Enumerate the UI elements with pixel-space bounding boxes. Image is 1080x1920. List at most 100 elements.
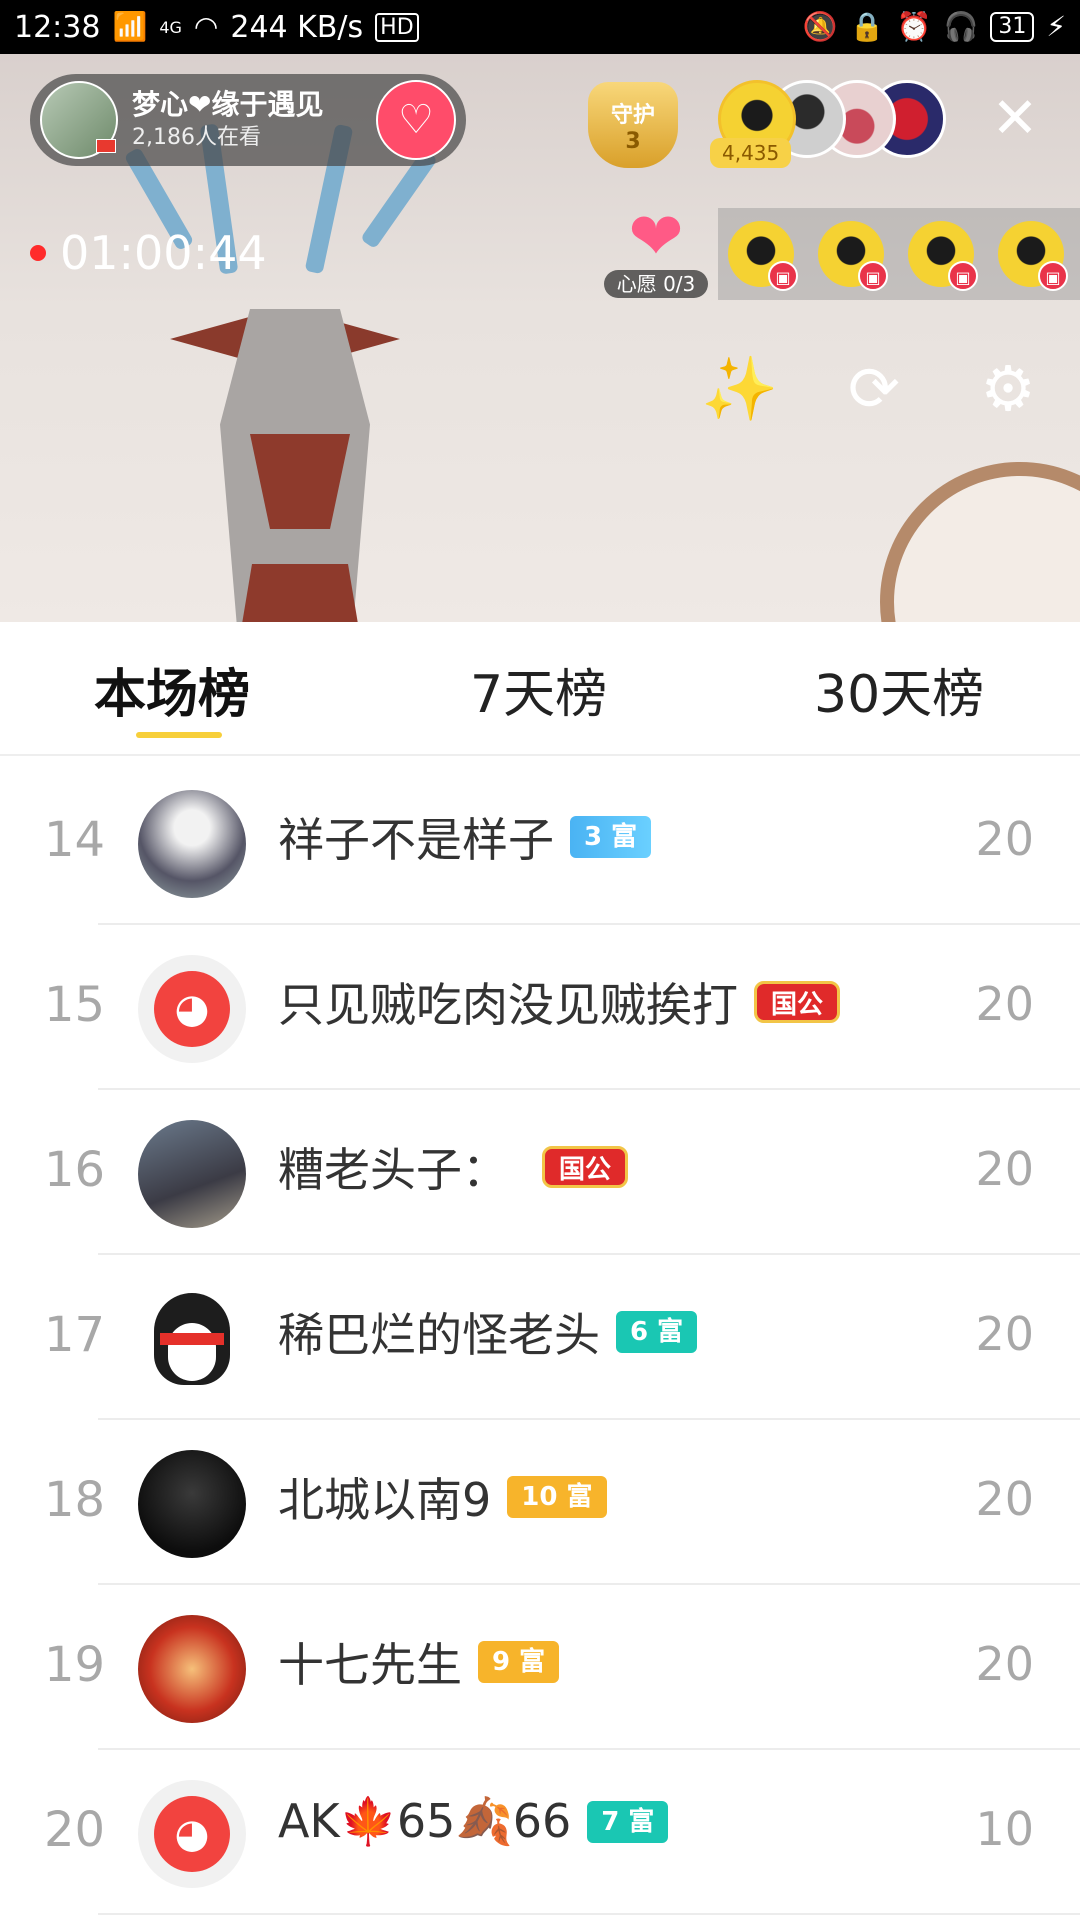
host-name: 梦心❤缘于遇见: [132, 88, 324, 121]
host-avatar[interactable]: [40, 81, 118, 159]
user-avatar[interactable]: ◕: [138, 955, 246, 1063]
live-stream-view: 梦心❤缘于遇见 2,186人在看 ♡ 守护 3 4,435 ✕ 01:00:44…: [0, 54, 1080, 622]
rank-number: 14: [44, 812, 106, 868]
seat-avatar[interactable]: ▣: [818, 221, 888, 291]
audience-count: 4,435: [710, 138, 792, 168]
sofa-icon: ▣: [768, 261, 798, 291]
contribution-score: 20: [975, 1472, 1034, 1526]
settings-gear-icon[interactable]: ⚙: [968, 349, 1048, 429]
default-avatar-icon: ◕: [154, 1796, 230, 1872]
alarm-icon: ⏰: [896, 10, 932, 43]
list-item[interactable]: 17 稀巴烂的怪老头 6 富 20: [0, 1255, 1080, 1420]
magic-wand-icon[interactable]: ✨: [700, 349, 780, 429]
network-type: 4G: [159, 17, 182, 37]
crown-icon: 守护 3: [588, 82, 678, 168]
user-avatar[interactable]: [138, 1285, 246, 1393]
rank-number: 16: [44, 1142, 106, 1198]
default-avatar-icon: ◕: [154, 971, 230, 1047]
status-bar: 12:38 📶 4G ◠ 244 KB/s HD 🔕 🔒 ⏰ 🎧 31 ⚡: [0, 0, 1080, 54]
noble-badge: 国公: [754, 981, 841, 1023]
wealth-badge: 10 富: [507, 1476, 607, 1518]
wealth-badge: 7 富: [587, 1800, 669, 1843]
rank-number: 18: [44, 1472, 106, 1528]
headphones-icon: 🎧: [943, 10, 979, 43]
seat-avatar[interactable]: ▣: [908, 221, 978, 291]
seat-avatar[interactable]: ▣: [728, 221, 798, 291]
heart-plus-icon: ♡: [398, 97, 434, 143]
network-speed: 244 KB/s: [230, 9, 364, 45]
wifi-icon: ◠: [193, 10, 219, 43]
signal-icon: 📶: [112, 10, 148, 43]
user-avatar[interactable]: [138, 1120, 246, 1228]
contribution-score: 10: [975, 1802, 1034, 1856]
flag-icon: [96, 139, 116, 153]
host-info-card[interactable]: 梦心❤缘于遇见 2,186人在看 ♡: [30, 74, 466, 166]
seat-avatars: ▣ ▣ ▣ ▣: [718, 208, 1080, 300]
deer-head-decoration: [123, 123, 438, 622]
viewer-count: 2,186人在看: [132, 125, 261, 150]
switch-camera-icon[interactable]: ⟳: [834, 349, 914, 429]
list-item[interactable]: 16 糟老头子： 国公 20: [0, 1090, 1080, 1255]
noble-badge: 国公: [542, 1146, 629, 1188]
guard-count: 3: [625, 128, 641, 154]
live-dot: [30, 245, 46, 261]
user-name: 北城以南9: [278, 1473, 492, 1527]
guard-label: 守护: [610, 102, 655, 128]
list-item[interactable]: 20 ◕ AK🍁65🍂66 7 富 10: [0, 1750, 1080, 1915]
contribution-score: 20: [975, 812, 1034, 866]
list-item[interactable]: 18 北城以南9 10 富 20: [0, 1420, 1080, 1585]
battery-indicator: 31: [990, 12, 1035, 42]
ranking-list: 14 祥子不是样子 3 富 20 15 ◕ 只见贼吃肉没见贼挨打 国公 20 16 …: [0, 760, 1080, 1915]
rank-number: 17: [44, 1307, 106, 1363]
clock: 12:38: [14, 9, 101, 45]
rank-number: 15: [44, 977, 106, 1033]
wish-label: 心愿 0/3: [604, 270, 708, 298]
user-name: 只见贼吃肉没见贼挨打: [278, 978, 738, 1032]
sofa-icon: ▣: [948, 261, 978, 291]
rank-number: 20: [44, 1802, 106, 1858]
user-avatar[interactable]: [138, 1615, 246, 1723]
contribution-score: 20: [975, 977, 1034, 1031]
mute-bell-icon: 🔕: [802, 10, 838, 43]
hd-icon: HD: [375, 12, 419, 42]
user-avatar[interactable]: [138, 790, 246, 898]
contribution-score: 20: [975, 1637, 1034, 1691]
lock-rotation-icon: 🔒: [849, 10, 885, 43]
list-item[interactable]: 15 ◕ 只见贼吃肉没见贼挨打 国公 20: [0, 925, 1080, 1090]
user-avatar[interactable]: ◕: [138, 1780, 246, 1888]
contribution-score: 20: [975, 1307, 1034, 1361]
wealth-badge: 6 富: [616, 1311, 698, 1353]
user-avatar[interactable]: [138, 1450, 246, 1558]
user-name: 十七先生: [278, 1638, 462, 1692]
list-item[interactable]: 19 十七先生 9 富 20: [0, 1585, 1080, 1750]
background-mirror: [880, 462, 1080, 622]
rank-number: 19: [44, 1637, 106, 1693]
user-name: 祥子不是样子: [278, 813, 554, 867]
user-name: 稀巴烂的怪老头: [278, 1308, 600, 1362]
tab-30-days[interactable]: 30天榜: [814, 652, 984, 727]
divider: [98, 1913, 1080, 1915]
wealth-badge: 3 富: [570, 816, 652, 858]
active-tab-indicator: [136, 732, 222, 738]
wish-button[interactable]: ❤ 心愿 0/3: [604, 202, 708, 298]
guard-badge[interactable]: 守护 3: [588, 82, 678, 182]
ranking-tabs: 本场榜 7天榜 30天榜: [0, 622, 1080, 756]
audience-avatars[interactable]: 4,435: [710, 80, 948, 168]
tab-current-session[interactable]: 本场榜: [94, 652, 250, 727]
tab-7-days[interactable]: 7天榜: [470, 652, 607, 727]
sofa-icon: ▣: [858, 261, 888, 291]
wealth-badge: 9 富: [478, 1641, 560, 1683]
list-item[interactable]: 14 祥子不是样子 3 富 20: [0, 760, 1080, 925]
user-name: AK🍁65🍂66: [278, 1794, 572, 1848]
charging-icon: ⚡: [1046, 10, 1066, 43]
live-time: 01:00:44: [60, 226, 267, 280]
close-icon[interactable]: ✕: [990, 91, 1040, 147]
seat-avatar[interactable]: ▣: [998, 221, 1068, 291]
contribution-score: 20: [975, 1142, 1034, 1196]
sofa-icon: ▣: [1038, 261, 1068, 291]
user-name: 糟老头子：: [278, 1143, 508, 1197]
live-timer: 01:00:44: [30, 226, 267, 280]
follow-button[interactable]: ♡: [376, 80, 456, 160]
heart-icon: ❤: [628, 198, 684, 275]
penguin-icon: [154, 1293, 230, 1385]
